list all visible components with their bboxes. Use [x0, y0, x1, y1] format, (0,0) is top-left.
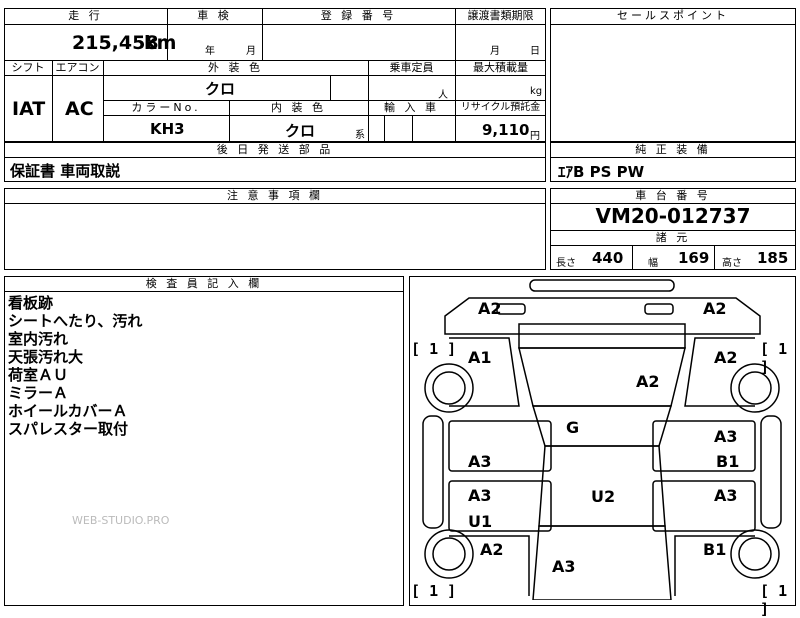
recycle-deposit-value: 9,110: [482, 121, 530, 139]
transfer-day: 日: [530, 46, 540, 57]
exterior-color-value: クロ: [205, 80, 236, 98]
interior-color-header: 内 装 色: [271, 101, 326, 114]
month-unit: 月: [246, 46, 256, 57]
divider: [412, 115, 413, 142]
damage-left-mid-top: A3: [468, 452, 492, 471]
divider: [4, 291, 404, 292]
divider: [714, 245, 715, 270]
transfer-deadline-header: 譲渡書類期限: [467, 9, 534, 22]
damage-left-mid-bottom-a: A3: [468, 486, 492, 505]
inspector-note-line: ホイールカバーＡ: [8, 402, 128, 420]
damage-front-left-door: A1: [468, 348, 492, 367]
ac-value: AC: [65, 98, 94, 120]
divider: [384, 115, 385, 142]
year-unit: 年: [205, 46, 215, 57]
inspector-note-line: 荷室ＡＵ: [8, 366, 69, 384]
damage-top-left: A2: [478, 299, 502, 318]
damage-rear-center: A3: [552, 557, 576, 576]
sales-point-header: セールスポイント: [617, 9, 729, 22]
damage-front-right-door: A2: [714, 348, 738, 367]
sales-point-box: [550, 8, 796, 142]
car-damage-diagram: [422, 279, 782, 600]
divider: [4, 75, 546, 76]
color-number-header: カラーNo.: [131, 101, 201, 114]
damage-roof: A2: [636, 372, 660, 391]
damage-rear-left: A2: [480, 540, 504, 559]
wheel-bracket-front-right: [ 1 ]: [760, 340, 788, 376]
divider: [330, 75, 331, 100]
transfer-month: 月: [490, 46, 500, 57]
divider: [550, 245, 796, 246]
mileage-header: 走 行: [68, 9, 103, 22]
inspector-note-line: スパレスター取付: [8, 420, 129, 438]
divider: [550, 24, 796, 25]
recycle-deposit-header: リサイクル預託金: [460, 102, 541, 113]
registration-header: 登 録 番 号: [320, 9, 397, 22]
ac-header: エアコン: [55, 61, 100, 74]
damage-right-mid-bottom: A3: [714, 486, 738, 505]
damage-right-mid-top-b: B1: [716, 452, 740, 471]
postal-parts-value: 保証書 車両取説: [10, 162, 121, 180]
shaken-header: 車 検: [197, 9, 232, 22]
divider: [103, 115, 546, 116]
max-load-unit: kg: [530, 86, 543, 97]
damage-left-mid-bottom-b: U1: [468, 512, 493, 531]
wheel-bracket-rear-left: [ 1 ]: [411, 582, 457, 600]
wheel-bracket-front-left: [ 1 ]: [411, 340, 457, 358]
damage-center: U2: [591, 487, 616, 506]
watermark: WEB-STUDIO.PRO: [72, 514, 170, 527]
recycle-unit: 円: [530, 131, 540, 142]
color-number-value: KH3: [150, 120, 185, 138]
notes-header: 注 意 事 項 欄: [227, 189, 323, 202]
max-load-header: 最大積載量: [473, 61, 528, 74]
interior-suffix: 系: [355, 130, 365, 141]
chassis-number: VM20-012737: [595, 204, 751, 228]
inspector-notes-header: 検 査 員 記 入 欄: [145, 277, 263, 290]
inspector-note-line: 看板跡: [8, 294, 54, 312]
divider: [632, 245, 633, 270]
capacity-unit: 人: [438, 90, 448, 101]
divider: [4, 203, 546, 204]
length-label: 長さ: [556, 258, 576, 269]
divider: [4, 24, 546, 25]
capacity-header: 乗車定員: [389, 61, 434, 74]
damage-rear-right: B1: [703, 540, 727, 559]
import-header: 輸 入 車: [384, 101, 439, 114]
damage-windshield: G: [566, 418, 580, 437]
damage-right-mid-top-a: A3: [714, 427, 738, 446]
postal-parts-header: 後 日 発 送 部 品: [216, 143, 334, 156]
height-label: 高さ: [722, 258, 742, 269]
width-label: 幅: [648, 258, 658, 269]
inspector-note-line: 室内汚れ: [8, 330, 69, 348]
exterior-color-header: 外 装 色: [208, 61, 263, 74]
inspector-note-line: ミラーＡ: [8, 384, 69, 402]
divider: [550, 157, 796, 158]
height-value: 185: [757, 249, 789, 267]
inspector-note-line: 天張汚れ大: [8, 348, 84, 366]
dimensions-header: 諸 元: [655, 231, 691, 244]
inspector-notes-list: 看板跡 シートへたり、汚れ 室内汚れ 天張汚れ大 荷室ＡＵ ミラーＡ ホイールカ…: [8, 294, 142, 438]
equipment-value: ｴｱB PS PW: [558, 163, 645, 181]
mileage-unit: km: [144, 32, 177, 54]
inspector-note-line: シートへたり、汚れ: [8, 312, 143, 330]
width-value: 169: [678, 249, 710, 267]
equipment-header: 純 正 装 備: [635, 143, 711, 156]
wheel-bracket-rear-right: [ 1 ]: [760, 582, 788, 618]
damage-top-right: A2: [703, 299, 727, 318]
interior-color-value: クロ: [285, 122, 316, 140]
chassis-header: 車 台 番 号: [635, 189, 711, 202]
shift-value: IAT: [12, 98, 46, 120]
shift-header: シフト: [11, 61, 45, 74]
divider: [4, 157, 546, 158]
length-value: 440: [592, 249, 624, 267]
